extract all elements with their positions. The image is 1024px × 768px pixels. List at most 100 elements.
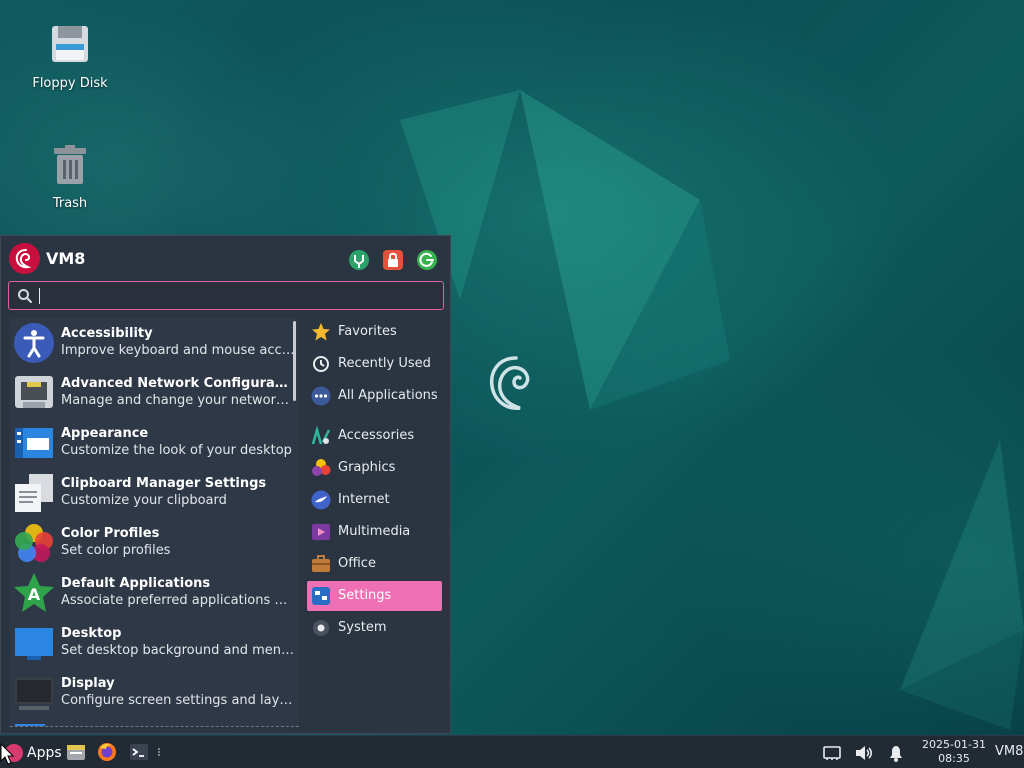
floppy-disk-icon — [52, 26, 88, 62]
firefox-icon[interactable] — [97, 742, 117, 762]
category-label: Accessories — [338, 428, 415, 443]
accessibility-icon — [14, 323, 54, 363]
default-apps-icon: A — [14, 573, 54, 612]
app-item-advanced-network[interactable]: Advanced Network Configura… Manage and c… — [10, 368, 299, 418]
app-item-display[interactable]: Display Configure screen settings and la… — [10, 668, 299, 718]
accessories-icon — [311, 426, 331, 445]
clipboard-icon — [15, 474, 53, 512]
category-label: Graphics — [338, 460, 396, 475]
clock-icon — [313, 356, 329, 372]
text-cursor — [39, 288, 40, 304]
app-name: Display — [61, 676, 115, 691]
app-description: Customize the look of your desktop — [61, 443, 292, 458]
category-label: Favorites — [338, 324, 397, 339]
category-office[interactable]: Office — [307, 549, 442, 579]
app-name: Desktop — [61, 626, 122, 641]
graphics-icon — [312, 459, 331, 476]
category-label: All Applications — [338, 388, 438, 403]
search-box[interactable] — [8, 281, 444, 310]
file-manager-icon[interactable] — [66, 742, 86, 762]
app-name: Default Applications — [61, 576, 211, 591]
category-recently-used[interactable]: Recently Used — [307, 349, 442, 379]
category-settings[interactable]: Settings — [307, 581, 442, 611]
app-item-accessibility[interactable]: Accessibility Improve keyboard and mouse… — [10, 318, 299, 368]
category-internet[interactable]: Internet — [307, 485, 442, 515]
appearance-icon — [15, 428, 53, 458]
category-label: Office — [338, 556, 376, 571]
app-list-scrollbar[interactable] — [293, 321, 296, 401]
app-name: Advanced Network Configura… — [61, 376, 288, 391]
desktop-icon — [15, 628, 53, 660]
terminal-icon[interactable] — [129, 742, 149, 762]
network-icon — [15, 376, 53, 408]
whisker-menu: VM8 Accessibility Improve keyboard and m… — [0, 235, 451, 734]
app-description: Set desktop background and men… — [61, 643, 294, 658]
star-icon — [312, 323, 330, 341]
mouse-pointer-icon — [0, 743, 14, 765]
hostname-label: VM8 — [995, 744, 1024, 759]
app-item-desktop[interactable]: Desktop Set desktop background and men… — [10, 618, 299, 668]
app-item-appearance[interactable]: Appearance Customize the look of your de… — [10, 418, 299, 468]
category-label: Multimedia — [338, 524, 411, 539]
user-avatar — [9, 243, 40, 274]
search-icon — [18, 289, 32, 303]
app-item-clipboard-manager[interactable]: Clipboard Manager Settings Customize you… — [10, 468, 299, 518]
menu-header: VM8 — [7, 242, 445, 276]
app-description: Manage and change your networ… — [61, 393, 289, 408]
app-description: Configure screen settings and lay… — [61, 693, 293, 708]
desktop-icon-trash[interactable]: Trash — [20, 140, 120, 211]
app-description: Customize your clipboard — [61, 493, 227, 508]
debian-swirl-logo — [489, 356, 530, 410]
volume-icon[interactable] — [854, 743, 874, 763]
app-name: Clipboard Manager Settings — [61, 476, 267, 491]
category-label: Recently Used — [338, 356, 431, 371]
internet-icon — [311, 490, 331, 510]
svg-text:A: A — [28, 585, 41, 604]
log-out-icon[interactable] — [416, 249, 438, 271]
partial-row-icon — [15, 724, 45, 726]
settings-manager-icon[interactable] — [348, 249, 370, 271]
app-item-partial[interactable] — [10, 718, 299, 726]
category-label: Internet — [338, 492, 390, 507]
wallpaper-shard-right — [900, 440, 1024, 730]
search-input[interactable] — [37, 285, 437, 307]
desktop-icon-label: Trash — [52, 196, 88, 211]
app-name: Accessibility — [61, 326, 153, 341]
category-label: System — [338, 620, 387, 635]
category-label: Settings — [338, 588, 392, 603]
office-icon — [312, 555, 330, 572]
app-item-default-applications[interactable]: A Default Applications Associate preferr… — [10, 568, 299, 618]
app-item-color-profiles[interactable]: Color Profiles Set color profiles — [10, 518, 299, 568]
taskbar: Apps 2025-01-31 08:35 VM8 — [0, 735, 1024, 768]
lock-screen-icon[interactable] — [382, 249, 404, 271]
category-all-applications[interactable]: All Applications — [307, 381, 442, 411]
app-description: Associate preferred applications … — [61, 593, 288, 608]
category-favorites[interactable]: Favorites — [307, 317, 442, 347]
application-list[interactable]: Accessibility Improve keyboard and mouse… — [10, 318, 299, 727]
panel-handle-icon[interactable] — [154, 742, 164, 762]
color-profiles-icon — [15, 524, 53, 562]
system-icon — [313, 620, 329, 636]
app-name: Appearance — [61, 426, 149, 441]
network-tray-icon[interactable] — [822, 743, 842, 763]
apps-menu-label: Apps — [27, 745, 62, 761]
app-description: Improve keyboard and mouse acc… — [61, 343, 295, 358]
app-name: Color Profiles — [61, 526, 160, 541]
app-description: Set color profiles — [61, 543, 171, 558]
all-apps-icon — [311, 386, 331, 406]
category-accessories[interactable]: Accessories — [307, 421, 442, 451]
settings-icon — [312, 587, 330, 605]
category-system[interactable]: System — [307, 613, 442, 643]
notifications-bell-icon[interactable] — [886, 743, 906, 763]
multimedia-icon — [312, 524, 330, 540]
category-multimedia[interactable]: Multimedia — [307, 517, 442, 547]
clock-time: 08:35 — [938, 752, 970, 765]
clock[interactable]: 2025-01-31 08:35 — [918, 738, 990, 766]
username-label: VM8 — [46, 249, 86, 268]
desktop-icon-label: Floppy Disk — [32, 76, 108, 91]
clock-date: 2025-01-31 — [922, 738, 986, 751]
display-icon — [15, 678, 53, 710]
trash-icon — [54, 145, 86, 184]
desktop-icon-floppy[interactable]: Floppy Disk — [20, 20, 120, 91]
category-graphics[interactable]: Graphics — [307, 453, 442, 483]
